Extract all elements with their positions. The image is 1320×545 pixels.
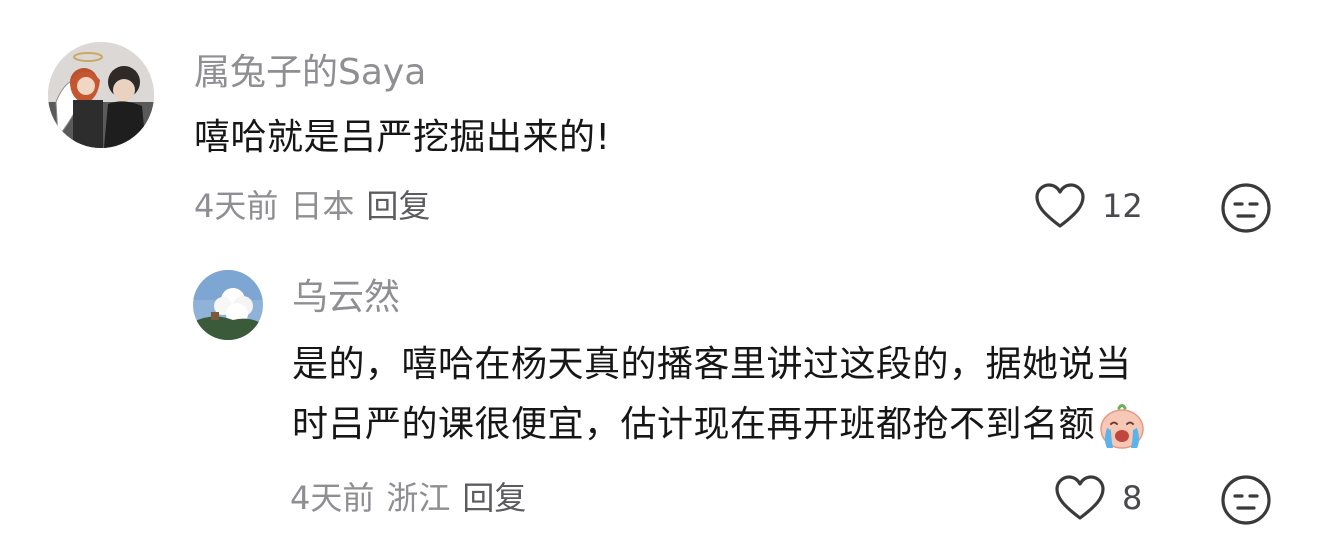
comment-text: 是的，嘻哈在杨天真的播客里讲过这段的，据她说当 时吕严的课很便宜，估计现在再开班… <box>292 335 1147 455</box>
unamused-face-icon <box>1221 183 1271 233</box>
avatar[interactable] <box>48 42 154 148</box>
comment-meta: 4天前 浙江 回复 <box>290 482 538 514</box>
username[interactable]: 乌云然 <box>292 280 400 316</box>
user-avatar-image <box>193 270 263 340</box>
comment-meta: 4天前 日本 回复 <box>194 190 442 222</box>
crying-emoji-icon <box>1097 402 1147 450</box>
like-count: 8 <box>1122 479 1143 517</box>
comment-text-line: 是的，嘻哈在杨天真的播客里讲过这段的，据她说当 <box>292 344 1132 385</box>
user-avatar-image <box>48 42 154 148</box>
comment-time: 4天前 <box>194 187 279 225</box>
username[interactable]: 属兔子的Saya <box>194 55 426 91</box>
unamused-face-icon <box>1221 475 1271 525</box>
reply-button[interactable]: 回复 <box>462 479 526 517</box>
heart-icon <box>1035 183 1085 228</box>
like-button[interactable]: 12 <box>1034 182 1143 230</box>
comment-text-segment: 时吕严的课很便宜，估计现在再开班都抢不到名额 <box>292 404 1096 445</box>
heart-icon <box>1055 475 1105 520</box>
comment-time: 4天前 <box>290 479 375 517</box>
dislike-button[interactable] <box>1220 182 1272 238</box>
comment-text-line: 时吕严的课很便宜，估计现在再开班都抢不到名额 <box>292 395 1147 455</box>
reply-button[interactable]: 回复 <box>366 187 430 225</box>
comment-location: 浙江 <box>386 479 451 517</box>
like-button[interactable]: 8 <box>1054 474 1142 522</box>
reply-comment-item: 乌云然 是的，嘻哈在杨天真的播客里讲过这段的，据她说当 时吕严的课很便宜，估计现… <box>0 250 1320 545</box>
avatar[interactable] <box>193 270 263 340</box>
comment-item: 属兔子的Saya 嘻哈就是吕严挖掘出来的! 4天前 日本 回复 12 <box>0 0 1320 250</box>
comment-location: 日本 <box>290 187 355 225</box>
like-count: 12 <box>1102 187 1143 225</box>
dislike-button[interactable] <box>1220 474 1272 530</box>
comment-text: 嘻哈就是吕严挖掘出来的! <box>194 117 611 158</box>
